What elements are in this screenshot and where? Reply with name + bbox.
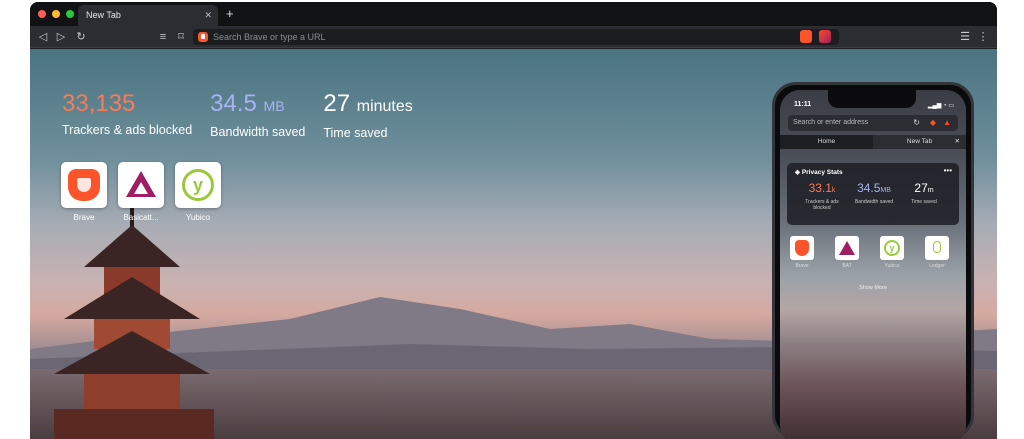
reload-icon[interactable]: ↻ <box>74 29 88 45</box>
phone-address-placeholder: Search or enter address <box>793 119 869 126</box>
top-sites: Brave Basicatt... y Yubico <box>61 162 221 222</box>
phone-top-sites: Brave BAT y Yubico Ledger <box>790 236 949 269</box>
more-icon[interactable]: ••• <box>944 166 952 175</box>
privacy-stats-title: Privacy Stats <box>801 169 843 176</box>
tab-new-tab[interactable]: New Tab ✕ <box>78 5 218 26</box>
phone-clock: 11:11 <box>794 101 812 108</box>
minimize-window-button[interactable] <box>52 10 60 18</box>
reader-icon[interactable]: ≡ <box>156 29 170 45</box>
phone-tab-home[interactable]: Home <box>780 135 873 149</box>
top-site-label: Basicatt... <box>123 213 159 222</box>
close-icon[interactable]: ✕ <box>204 5 212 26</box>
close-window-button[interactable] <box>38 10 46 18</box>
brave-rewards-icon[interactable] <box>819 30 831 43</box>
address-bar[interactable]: Search Brave or type a URL <box>193 29 839 45</box>
phone-stat-bandwidth: 34.5MB Bandwidth saved <box>854 181 894 205</box>
brave-lion-icon <box>795 240 809 256</box>
top-site-yubico[interactable]: y Yubico <box>175 162 221 222</box>
bandwidth-value: 34.5 <box>210 90 257 117</box>
phone-tile-ledger[interactable]: Ledger <box>925 236 949 269</box>
window-controls <box>38 10 74 18</box>
new-tab-button[interactable]: + <box>226 6 234 22</box>
signal-wifi-battery-icon: ▂▄▆ ◔ ▭ <box>927 103 954 109</box>
time-value: 27 <box>323 90 351 117</box>
brave-shields-icon[interactable] <box>800 30 812 43</box>
trackers-label: Trackers & ads blocked <box>62 123 193 137</box>
phone-screen: 11:11 ▂▄▆ ◔ ▭ Search or enter address ↻ … <box>780 90 966 439</box>
yubico-icon: y <box>182 169 214 201</box>
phone-tab-strip: Home New Tab ✕ <box>780 135 966 149</box>
stat-time: 27 minutes Time saved <box>323 89 412 140</box>
phone-tile-bat[interactable]: BAT <box>835 236 859 269</box>
phone-notch <box>828 90 916 108</box>
phone-stat-time: 27m Time saved <box>911 181 937 205</box>
top-site-label: Yubico <box>185 213 211 222</box>
address-placeholder: Search Brave or type a URL <box>213 32 326 42</box>
back-icon[interactable]: ◁ <box>36 29 50 45</box>
tab-strip: New Tab ✕ + <box>30 2 997 26</box>
top-site-label: Brave <box>73 213 95 222</box>
stat-trackers: 33,135 Trackers & ads blocked <box>62 89 192 140</box>
top-site-brave[interactable]: Brave <box>61 162 107 222</box>
bandwidth-label: Bandwidth saved <box>210 125 306 139</box>
privacy-stats-card: ◈ Privacy Stats ••• 33.1k Trackers & ads… <box>787 163 959 225</box>
time-label: Time saved <box>323 126 388 140</box>
browser-window: New Tab ✕ + ◁ ▷ ↻ ≡ ⌑ Search Brave or ty… <box>30 2 997 439</box>
bookmark-icon[interactable]: ⌑ <box>174 29 188 45</box>
new-tab-page: 33,135 Trackers & ads blocked 34.5 MB Ba… <box>30 49 997 439</box>
ledger-icon <box>933 241 941 253</box>
phone-reload-icon[interactable]: ↻ <box>913 118 920 128</box>
top-site-bat[interactable]: Basicatt... <box>118 162 164 222</box>
phone-tab-new-tab[interactable]: New Tab ✕ <box>873 135 966 149</box>
bandwidth-unit: MB <box>263 98 285 114</box>
forward-icon[interactable]: ▷ <box>54 29 68 45</box>
phone-tile-yubico[interactable]: y Yubico <box>880 236 904 269</box>
brave-lion-icon <box>68 169 100 201</box>
zoom-window-button[interactable] <box>66 10 74 18</box>
menu-icon[interactable]: ⋮ <box>976 29 990 45</box>
site-shield-icon[interactable] <box>198 32 208 42</box>
bat-triangle-icon <box>839 241 855 255</box>
time-unit: minutes <box>356 98 413 115</box>
phone-mockup: 11:11 ▂▄▆ ◔ ▭ Search or enter address ↻ … <box>772 82 974 439</box>
phone-address-bar[interactable]: Search or enter address ↻ ◆ ▲ <box>788 115 958 131</box>
tab-title: New Tab <box>86 10 121 20</box>
show-more-link[interactable]: Show More <box>780 285 966 291</box>
phone-tab-close-icon[interactable]: ✕ <box>955 135 960 149</box>
playlist-icon[interactable]: ☰ <box>958 29 972 45</box>
stats-panel: 33,135 Trackers & ads blocked 34.5 MB Ba… <box>62 89 413 140</box>
yubico-icon: y <box>884 240 900 256</box>
phone-stat-trackers: 33.1k Trackers & ads blocked <box>805 181 839 211</box>
phone-rewards-icon[interactable]: ▲ <box>943 118 951 128</box>
stat-bandwidth: 34.5 MB Bandwidth saved <box>210 89 305 140</box>
bat-triangle-icon <box>126 171 156 197</box>
phone-shields-icon[interactable]: ◆ <box>930 118 936 128</box>
phone-tile-brave[interactable]: Brave <box>790 236 814 269</box>
trackers-value: 33,135 <box>62 90 136 117</box>
toolbar: ◁ ▷ ↻ ≡ ⌑ Search Brave or type a URL ☰ ⋮ <box>30 26 997 48</box>
